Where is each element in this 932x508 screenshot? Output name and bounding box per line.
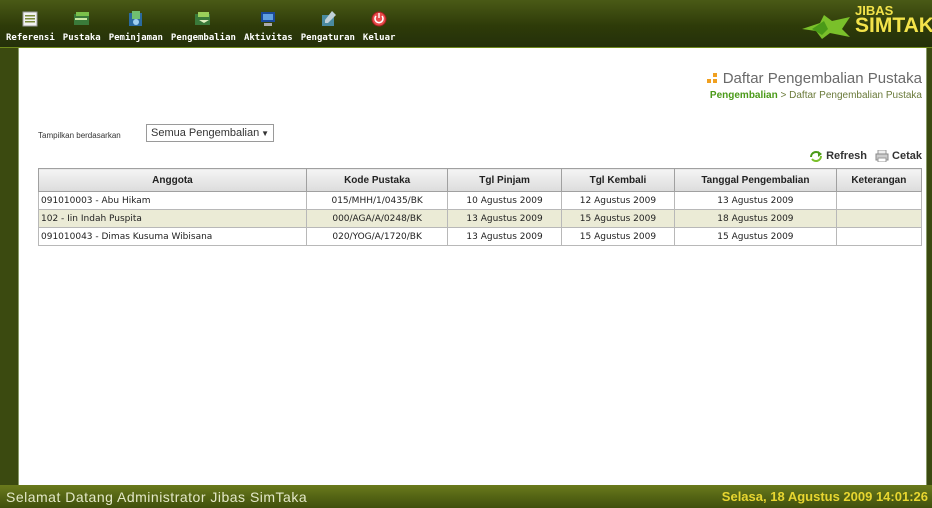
keluar-icon [368,9,390,29]
cell-kode-pustaka: 020/YOG/A/1720/BK [305,227,449,246]
cell-tanggal-pengembalian: 18 Agustus 2009 [674,209,837,228]
cell-anggota: 102 - Iin Indah Puspita [38,209,307,228]
column-header[interactable]: Tgl Pinjam [447,168,562,192]
refresh-label: Refresh [826,150,868,162]
current-datetime: Selasa, 18 Agustus 2009 14:01:26 [721,489,928,504]
nav-peminjaman[interactable]: Peminjaman [105,0,167,47]
nav-keluar[interactable]: Keluar [359,0,400,47]
top-navigation-bar: Referensi Pustaka Peminjaman Pengembalia… [0,0,932,49]
cell-keterangan [835,209,923,228]
filter-label: Tampilkan berdasarkan [38,131,121,140]
pustaka-icon [71,9,93,29]
main-menu: Referensi Pustaka Peminjaman Pengembalia… [2,0,399,47]
nav-pengaturan[interactable]: Pengaturan [297,0,359,47]
peminjaman-icon [125,9,147,29]
nav-pengembalian[interactable]: Pengembalian [167,0,240,47]
cell-tanggal-pengembalian: 13 Agustus 2009 [674,191,837,210]
cell-tgl-kembali: 15 Agustus 2009 [560,227,676,246]
left-frame-border [0,48,18,485]
print-label: Cetak [892,150,922,162]
filter-dropdown[interactable]: Semua Pengembalian ▼ [146,124,274,142]
refresh-button[interactable]: Refresh [809,150,867,162]
print-button[interactable]: Cetak [875,150,922,162]
cell-anggota: 091010003 - Abu Hikam [38,191,307,210]
chevron-down-icon: ▼ [261,128,269,138]
column-header[interactable]: Anggota [38,168,307,192]
nav-pustaka[interactable]: Pustaka [59,0,105,47]
leaf-logo-icon [802,15,850,39]
content-frame [18,48,927,485]
table-actions: Refresh Cetak [809,150,922,162]
pengembalian-icon [192,9,214,29]
referensi-icon [19,9,41,29]
aktivitas-icon [257,9,279,29]
cell-keterangan [835,191,923,210]
cell-kode-pustaka: 000/AGA/A/0248/BK [305,209,449,228]
nav-label: Peminjaman [108,33,163,43]
table-header-row: Anggota Kode Pustaka Tgl Pinjam Tgl Kemb… [38,168,923,192]
breadcrumb-separator: > [777,90,790,101]
column-header[interactable]: Keterangan [835,168,923,192]
cell-tgl-kembali: 15 Agustus 2009 [560,209,676,228]
pengaturan-icon [317,9,339,29]
cell-tgl-pinjam: 13 Agustus 2009 [447,227,562,246]
refresh-icon [810,151,823,162]
nav-label: Aktivitas [243,33,293,43]
nav-label: Pengembalian [170,33,236,43]
logo-text-main: SIMTAKA [855,14,932,37]
table-row[interactable]: 102 - Iin Indah Puspita 000/AGA/A/0248/B… [38,209,923,228]
page-title: Daftar Pengembalian Pustaka [705,70,922,87]
cell-keterangan [835,227,923,246]
cell-tgl-pinjam: 13 Agustus 2009 [447,209,562,228]
breadcrumb-current: Daftar Pengembalian Pustaka [789,90,922,101]
title-dots-icon [706,72,717,83]
nav-label: Keluar [362,33,396,43]
cell-tgl-kembali: 12 Agustus 2009 [560,191,676,210]
nav-aktivitas[interactable]: Aktivitas [240,0,297,47]
nav-label: Referensi [6,33,55,43]
breadcrumb-link[interactable]: Pengembalian [710,90,778,101]
returns-table: Anggota Kode Pustaka Tgl Pinjam Tgl Kemb… [38,168,923,246]
table-row[interactable]: 091010003 - Abu Hikam 015/MHH/1/0435/BK … [38,191,923,210]
column-header[interactable]: Kode Pustaka [305,168,449,192]
column-header[interactable]: Tgl Kembali [560,168,676,192]
printer-icon [875,150,889,162]
nav-referensi[interactable]: Referensi [2,0,59,47]
nav-label: Pengaturan [300,33,355,43]
breadcrumb: Pengembalian > Daftar Pengembalian Pusta… [710,90,922,101]
cell-kode-pustaka: 015/MHH/1/0435/BK [305,191,449,210]
table-row[interactable]: 091010043 - Dimas Kusuma Wibisana 020/YO… [38,227,923,246]
status-bar: Selamat Datang Administrator Jibas SimTa… [0,485,932,508]
page-title-text: Daftar Pengembalian Pustaka [722,70,922,87]
welcome-message: Selamat Datang Administrator Jibas SimTa… [6,489,308,505]
filter-selected-value: Semua Pengembalian [151,127,260,139]
cell-tgl-pinjam: 10 Agustus 2009 [447,191,562,210]
cell-tanggal-pengembalian: 15 Agustus 2009 [674,227,837,246]
app-logo: JIBAS SIMTAKA [772,3,932,45]
cell-anggota: 091010043 - Dimas Kusuma Wibisana [38,227,307,246]
nav-label: Pustaka [62,33,101,43]
column-header[interactable]: Tanggal Pengembalian [674,168,837,192]
